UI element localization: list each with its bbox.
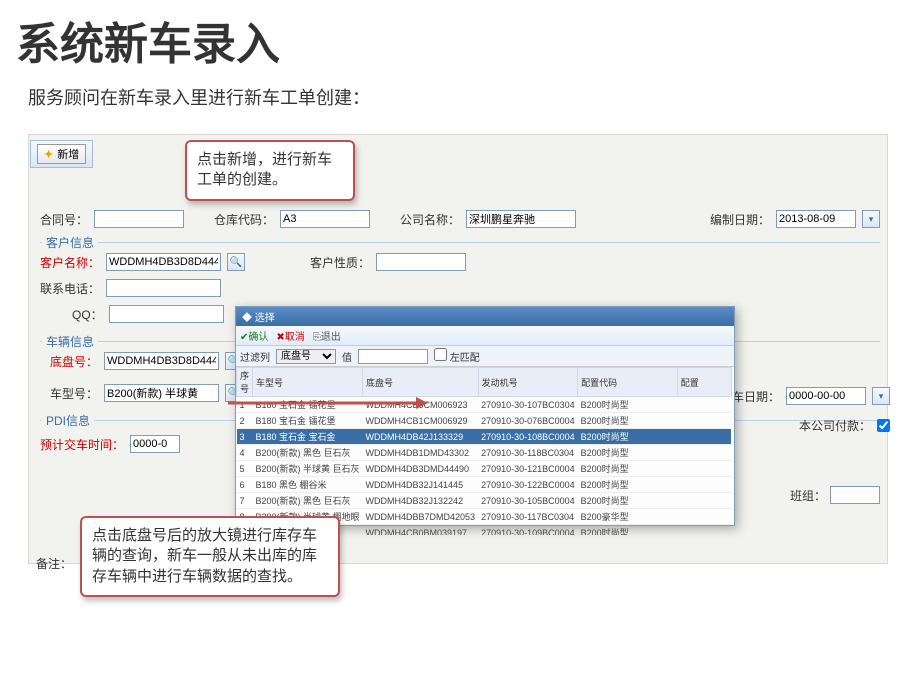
dialog-grid[interactable]: 序号车型号底盘号发动机号配置代码配置 1B180 宝石金 镭花堡WDDMH4CB… (236, 367, 734, 535)
dialog-toolbar: ✔确认 ✖取消 ⎘退出 (236, 326, 734, 346)
remark-label: 备注： (36, 555, 72, 572)
grid-row[interactable]: 3B180 宝石金 宝石金WDDMH4DB42J133329270910-30-… (237, 429, 735, 445)
cust-nature-label: 客户性质： (310, 254, 370, 271)
dialog-title: ◆ 选择 (236, 307, 734, 326)
grid-header-cell[interactable]: 车型号 (253, 368, 363, 397)
expect-label: 预计交车时间： (40, 436, 124, 453)
slide-intro: 服务顾问在新车录入里进行新车工单创建： (0, 84, 920, 110)
grid-header-cell[interactable]: 配置 (677, 368, 731, 397)
new-button-label: 新增 (57, 146, 79, 162)
cust-name-input[interactable] (106, 253, 221, 271)
section-pdi-title: PDI信息 (42, 412, 94, 429)
filter-column-select[interactable]: 底盘号 (276, 349, 336, 364)
dialog-cancel-button[interactable]: ✖取消 (276, 328, 304, 343)
remark-field: 备注： (36, 555, 72, 572)
filter-label: 过滤列 (240, 349, 270, 364)
model-label: 车型号： (50, 385, 98, 402)
company-pay-label: 本公司付款： (799, 417, 871, 434)
buy-date-input[interactable] (786, 387, 866, 405)
cust-qq-input[interactable] (109, 305, 224, 323)
cust-name-lookup[interactable]: 🔍 (227, 253, 245, 271)
banzu-label: 班组： (790, 487, 826, 504)
buy-date-picker[interactable]: ▾ (872, 387, 890, 405)
grid-header-cell[interactable]: 底盘号 (363, 368, 479, 397)
select-dialog: ◆ 选择 ✔确认 ✖取消 ⎘退出 过滤列 底盘号 值 左匹配 序号车型号底盘号发… (235, 306, 735, 526)
slide-title: 系统新车录入 (0, 0, 920, 84)
grid-header-cell[interactable]: 序号 (237, 368, 253, 397)
grid-header-cell[interactable]: 发动机号 (478, 368, 578, 397)
grid-header-cell[interactable]: 配置代码 (578, 368, 678, 397)
filter-value-label: 值 (342, 349, 352, 364)
callout-top: 点击新增，进行新车工单的创建。 (185, 140, 355, 201)
grid-row[interactable]: 7B200(新款) 黑色 巨石灰WDDMH4DB32J132242270910-… (237, 493, 735, 509)
warehouse-label: 仓库代码： (214, 211, 274, 228)
section-vehicle-title: 车辆信息 (42, 333, 98, 350)
new-button[interactable]: ✦ 新增 (37, 144, 86, 164)
grid-row[interactable]: 2B180 宝石金 镭花堡WDDMH4CB1CM006929270910-30-… (237, 413, 735, 429)
red-arrow (228, 396, 428, 410)
grid-row[interactable]: 5B200(新款) 半球黄 巨石灰WDDMH4DB3DMD44490270910… (237, 461, 735, 477)
grid-row[interactable]: 4B200(新款) 黑色 巨石灰WDDMH4DB1DMD43302270910-… (237, 445, 735, 461)
cust-name-label: 客户名称： (40, 254, 100, 271)
company-label: 公司名称： (400, 211, 460, 228)
company-input[interactable] (466, 210, 576, 228)
company-pay-checkbox[interactable] (877, 419, 890, 432)
expect-input[interactable] (130, 435, 180, 453)
vin-label: 底盘号： (50, 353, 98, 370)
contract-label: 合同号： (40, 211, 88, 228)
section-customer-title: 客户信息 (42, 234, 98, 251)
dialog-title-text: 选择 (255, 313, 275, 324)
contract-input[interactable] (94, 210, 184, 228)
cust-phone-input[interactable] (106, 279, 221, 297)
warehouse-input[interactable] (280, 210, 370, 228)
cust-phone-label: 联系电话： (40, 280, 100, 297)
left-match-checkbox[interactable] (434, 348, 447, 361)
vin-input[interactable] (104, 352, 219, 370)
dialog-filter-bar: 过滤列 底盘号 值 左匹配 (236, 346, 734, 367)
model-input[interactable] (104, 384, 219, 402)
create-date-label: 编制日期： (710, 211, 770, 228)
cust-qq-label: QQ： (72, 306, 103, 323)
left-match-label[interactable]: 左匹配 (434, 348, 480, 364)
plus-icon: ✦ (44, 148, 53, 161)
banzu-field: 班组： (790, 486, 880, 504)
right-fields: 购车日期： ▾ 本公司付款： (720, 387, 890, 446)
filter-value-input[interactable] (358, 349, 428, 364)
dialog-ok-button[interactable]: ✔确认 (240, 328, 268, 343)
dialog-exit-button[interactable]: ⎘退出 (313, 328, 341, 343)
cust-nature-input[interactable] (376, 253, 466, 271)
banzu-input[interactable] (830, 486, 880, 504)
grid-row[interactable]: 6B180 黑色 棚谷米WDDMH4DB32J141445270910-30-1… (237, 477, 735, 493)
callout-bottom: 点击底盘号后的放大镜进行库存车辆的查询，新车一般从未出库的库存车辆中进行车辆数据… (80, 516, 340, 597)
toolbar-fragment: ✦ 新增 (30, 140, 93, 168)
create-date-picker[interactable]: ▾ (862, 210, 880, 228)
create-date-input[interactable] (776, 210, 856, 228)
